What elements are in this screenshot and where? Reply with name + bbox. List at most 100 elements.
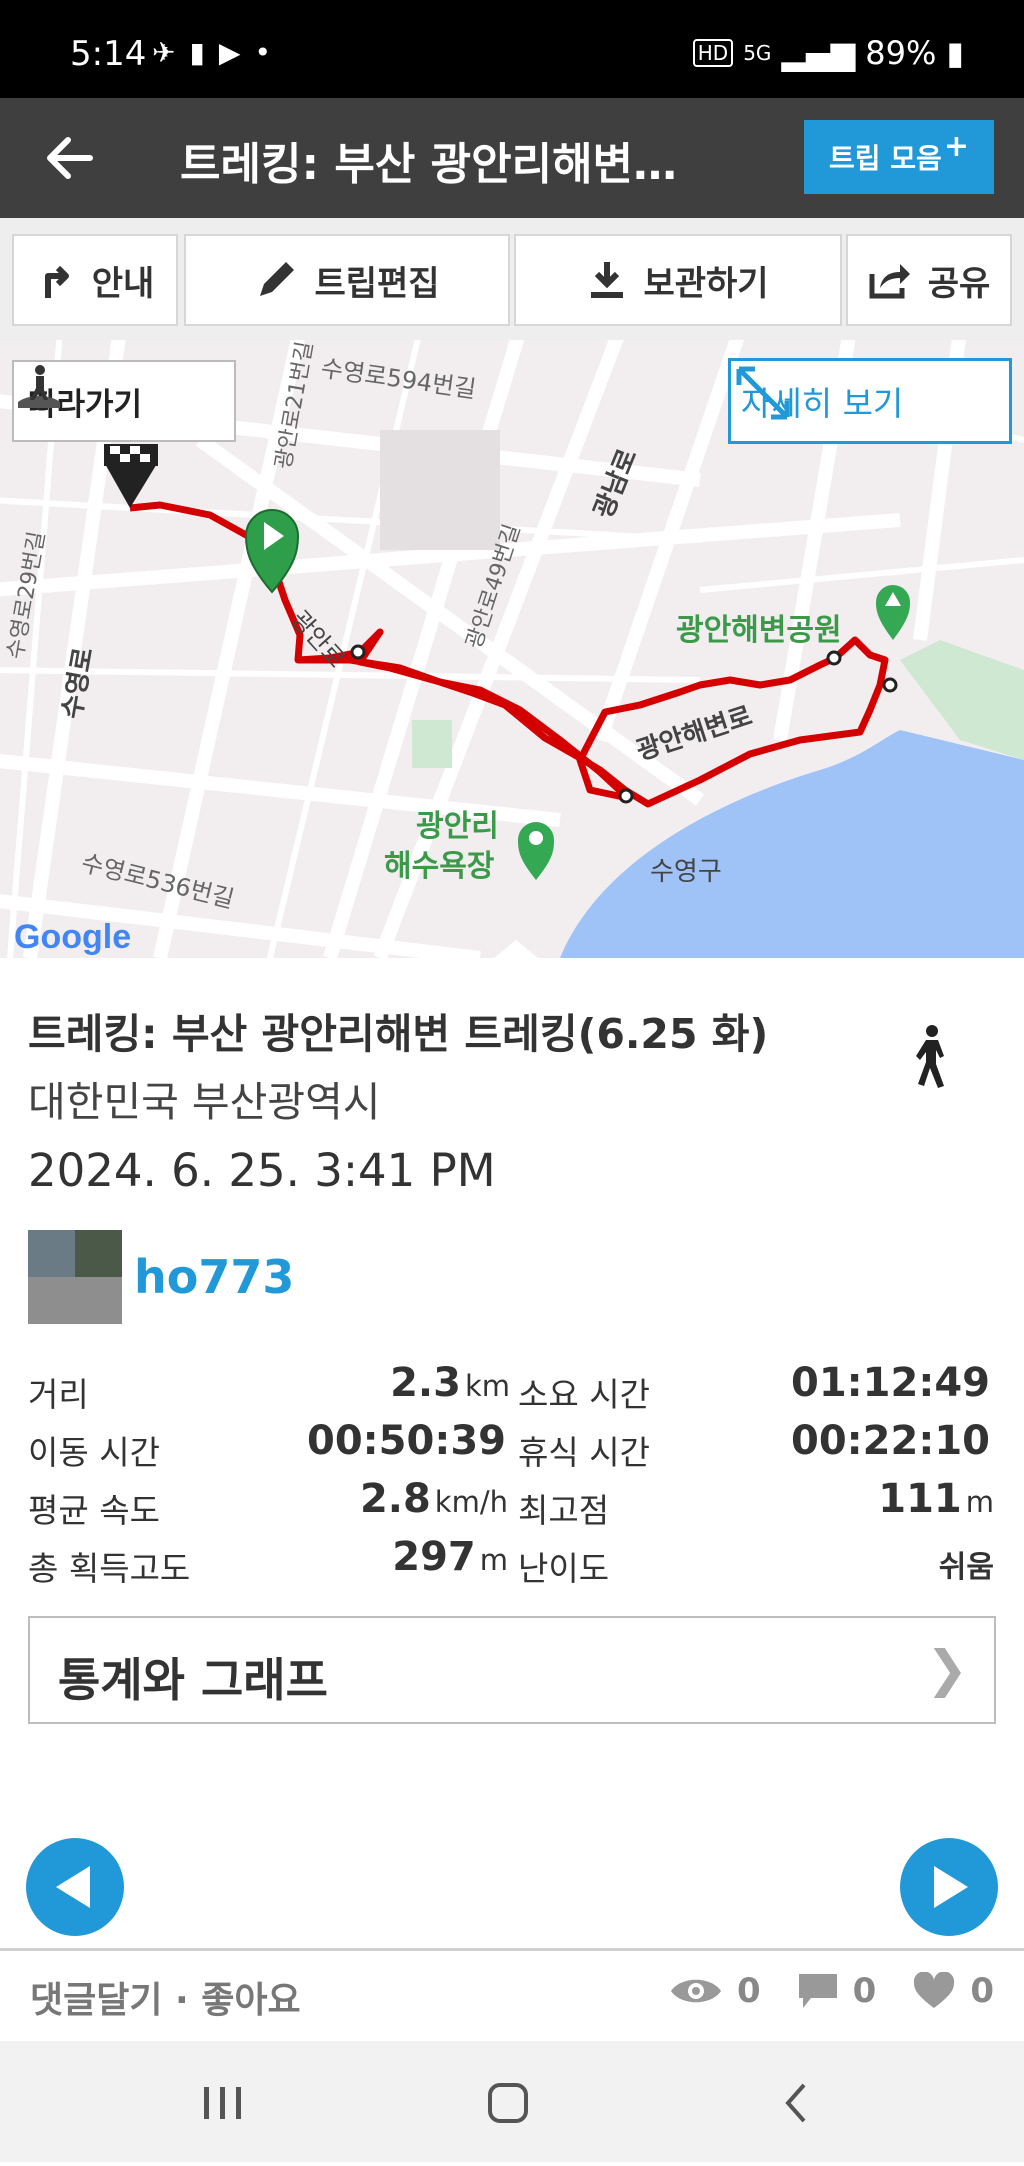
status-bar: 5:14 ✈ ▮ ▶ • HD 5G ▂▄▆ 89% ▮ — [0, 0, 1024, 98]
map-label-district: 수영구 — [650, 857, 722, 887]
trip-datetime: 2024. 6. 25. 3:41 PM — [28, 1144, 496, 1197]
save-button[interactable]: 보관하기 — [514, 234, 842, 326]
moving-time-value: 00:50:39 — [307, 1418, 506, 1464]
comment-like-link[interactable]: 댓글달기 · 좋아요 — [30, 1971, 301, 2023]
guide-label: 안내 — [91, 263, 155, 304]
app-notification-icon: ✈ — [152, 36, 176, 69]
map-label-road: 수영로594번길 — [319, 354, 478, 403]
map-label-beach-2: 해수욕장 — [384, 849, 495, 884]
waypoint-marker — [618, 788, 634, 804]
status-right: HD 5G ▂▄▆ 89% ▮ — [692, 34, 964, 72]
edit-trip-button[interactable]: 트립편집 — [184, 234, 510, 326]
distance-number: 2.3 — [390, 1360, 461, 1406]
total-gain-value: 297 m — [392, 1534, 508, 1580]
follow-button[interactable]: 따라가기 — [12, 360, 236, 442]
max-elevation-label: 최고점 — [518, 1491, 610, 1530]
social-footer: 댓글달기 · 좋아요 0 0 0 — [0, 1951, 1024, 2041]
notification-icons: ✈ ▮ ▶ • — [152, 36, 271, 69]
message-icon: ▮ — [189, 36, 205, 69]
chevron-right-icon: ❯ — [926, 1640, 968, 1698]
comments-count: 0 — [852, 1971, 877, 2011]
likes-count: 0 — [970, 1971, 994, 2011]
detail-view-button[interactable]: 자세히 보기 — [728, 358, 1012, 444]
rest-time-value: 00:22:10 — [791, 1418, 990, 1464]
total-gain-number: 297 — [392, 1534, 476, 1580]
duration-value: 01:12:49 — [791, 1360, 990, 1406]
trip-title: 트레킹: 부산 광안리해변 트레킹(6.25 화) — [28, 1010, 769, 1058]
status-time: 5:14 — [70, 34, 147, 74]
google-logo: Google — [14, 918, 131, 957]
user-avatar[interactable] — [28, 1230, 122, 1324]
moving-time-label: 이동 시간 — [28, 1433, 160, 1472]
network-icon: 5G — [743, 41, 772, 65]
duration-label: 소요 시간 — [518, 1375, 650, 1414]
map-label-road: 수영로536번길 — [79, 849, 237, 914]
youtube-icon: ▶ — [218, 36, 241, 69]
total-gain-label: 총 획득고도 — [28, 1549, 191, 1588]
start-marker-icon[interactable] — [244, 509, 300, 594]
eye-icon — [670, 1979, 721, 2003]
app-bar: 트레킹: 부산 광안리해변… 트립 모음 + — [0, 98, 1024, 218]
pencil-icon — [260, 262, 295, 296]
map-label-beach-1: 광안리 — [416, 809, 499, 844]
battery-icon: ▮ — [946, 34, 964, 72]
turn-arrow-icon — [44, 265, 69, 298]
recent-apps-icon[interactable] — [204, 2087, 241, 2119]
map-label-road: 광남로 — [589, 445, 644, 523]
download-icon — [591, 262, 624, 298]
avg-speed-label: 평균 속도 — [28, 1491, 160, 1530]
distance-unit: km — [464, 1369, 510, 1403]
map-label-road: 수영로 — [57, 645, 99, 721]
guide-button[interactable]: 안내 — [12, 234, 178, 326]
hiker-icon — [18, 365, 60, 408]
plus-icon: + — [943, 128, 969, 164]
distance-value: 2.3 km — [390, 1360, 510, 1406]
previous-trip-button[interactable] — [26, 1838, 124, 1936]
comment-icon[interactable] — [797, 1972, 839, 2010]
share-button[interactable]: 공유 — [846, 234, 1012, 326]
signal-icon: ▂▄▆ — [781, 34, 856, 72]
map-label-park: 광안해변공원 — [676, 613, 842, 648]
triangle-right-icon — [934, 1866, 968, 1908]
sea-area — [560, 730, 1024, 958]
difficulty-label: 난이도 — [518, 1549, 610, 1588]
waypoint-marker — [882, 677, 898, 693]
distance-label: 거리 — [28, 1375, 89, 1414]
waypoint-marker — [350, 644, 366, 660]
hd-icon: HD — [692, 39, 734, 67]
share-label: 공유 — [927, 263, 991, 304]
expand-icon — [736, 366, 790, 420]
google-logo-text: Google — [14, 918, 132, 956]
finish-flag-icon[interactable] — [104, 444, 158, 508]
next-trip-button[interactable] — [900, 1838, 998, 1936]
save-label: 보관하기 — [643, 263, 769, 304]
waypoint-marker — [826, 650, 842, 666]
home-icon[interactable] — [488, 2083, 528, 2123]
username-link[interactable]: ho773 — [134, 1250, 294, 1304]
total-gain-unit: m — [479, 1543, 508, 1577]
rest-time-label: 휴식 시간 — [518, 1433, 650, 1472]
beach-pin-icon — [518, 822, 554, 880]
system-navigation-bar — [0, 2041, 1024, 2162]
avg-speed-unit: km/h — [434, 1485, 508, 1519]
walking-icon — [916, 1025, 944, 1088]
avg-speed-number: 2.8 — [359, 1476, 431, 1522]
triangle-left-icon — [56, 1866, 90, 1908]
park-pin-icon — [876, 585, 910, 640]
back-arrow-icon[interactable] — [40, 128, 100, 188]
stats-graph-button[interactable]: 통계와 그래프 ❯ — [28, 1616, 996, 1724]
heart-icon[interactable] — [912, 1972, 956, 2010]
trip-region: 대한민국 부산광역시 — [28, 1078, 381, 1126]
trip-collection-button[interactable]: 트립 모음 + — [804, 120, 994, 194]
avg-speed-value: 2.8 km/h — [360, 1476, 508, 1522]
more-dot-icon: • — [254, 36, 271, 69]
trip-collection-label: 트립 모음 — [829, 142, 942, 175]
views-count: 0 — [736, 1971, 761, 2011]
route-map[interactable]: 광안해변공원 광안리 해수욕장 수영구 수영로594번길 수영로536번길 광안… — [0, 340, 1024, 958]
max-elevation-value: 111 m — [878, 1476, 994, 1522]
max-elevation-number: 111 — [878, 1476, 962, 1522]
back-nav-icon[interactable] — [785, 2083, 806, 2123]
stats-graph-label: 통계와 그래프 — [58, 1653, 328, 1707]
difficulty-value: 쉬움 — [938, 1550, 994, 1585]
action-toolbar: 안내 트립편집 보관하기 공유 — [0, 218, 1024, 340]
